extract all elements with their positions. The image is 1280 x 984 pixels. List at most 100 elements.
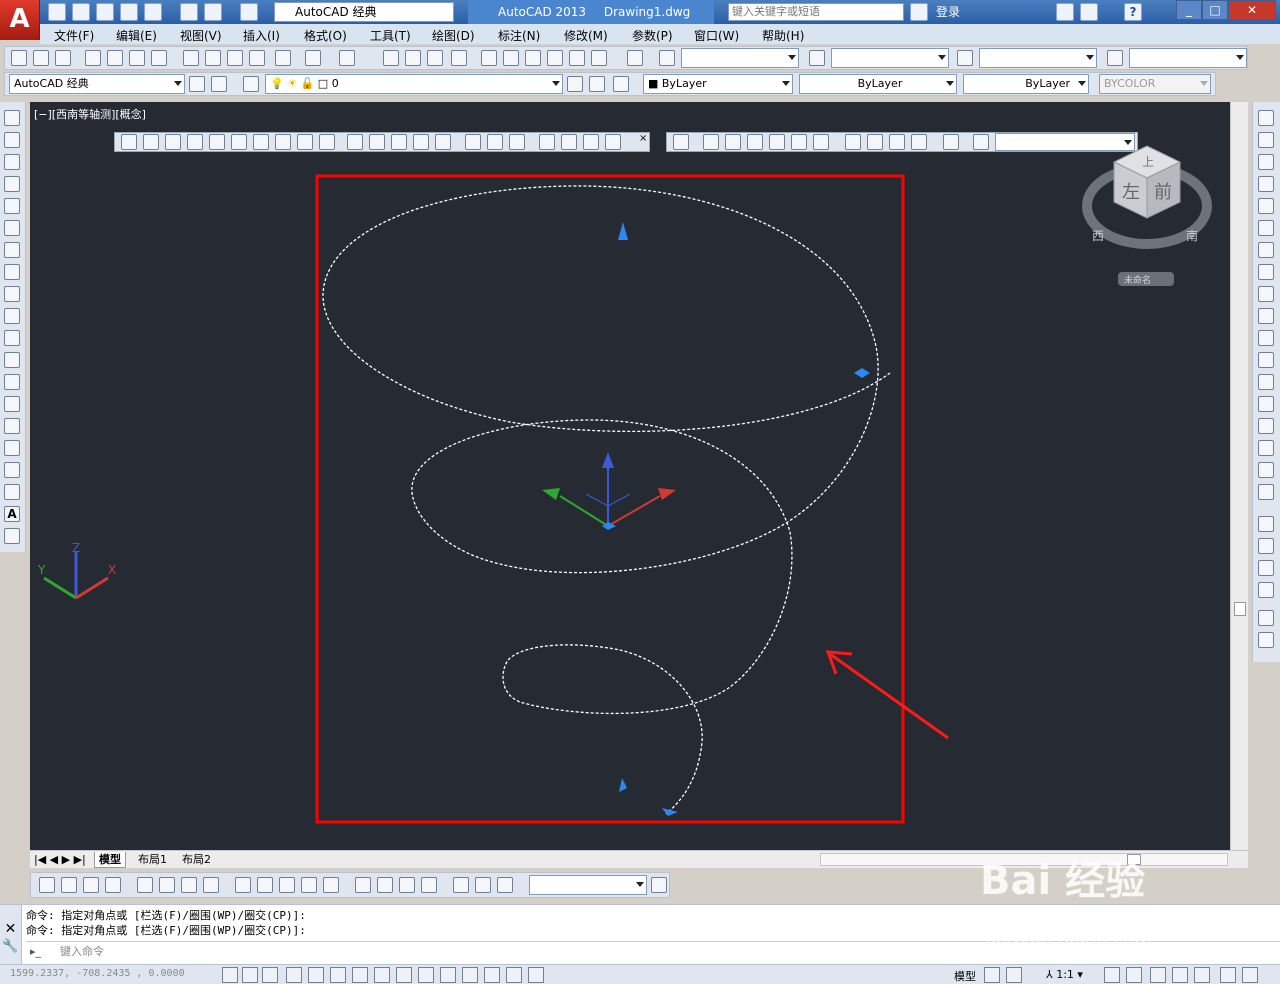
zoom-window-icon[interactable] [427,50,443,66]
open-icon[interactable] [33,50,49,66]
table-style-icon[interactable] [957,50,973,66]
dim-aligned-icon[interactable] [61,877,77,893]
quick-view-drawings-icon[interactable] [1006,967,1022,983]
dim-baseline-icon[interactable] [257,877,273,893]
grip-top-radius[interactable] [854,368,870,378]
hardware-accel-icon[interactable] [1194,967,1210,983]
tab-model[interactable]: 模型 [94,852,126,868]
command-window-handle[interactable]: ✕ 🔧 [0,905,22,965]
print-icon[interactable] [85,50,101,66]
annotation-scale[interactable]: ⅄ 1:1 ▾ [1046,968,1083,981]
block-editor-icon[interactable] [275,50,291,66]
zoom-realtime-icon[interactable] [405,50,421,66]
new-icon[interactable] [11,50,27,66]
lineweight-toggle-icon[interactable] [440,967,456,983]
hatch-icon[interactable] [4,418,20,434]
undo-icon[interactable] [305,50,321,66]
gizmo-y-axis[interactable] [559,495,609,527]
text-front-icon[interactable] [1258,610,1274,626]
add-selected-icon[interactable] [4,528,20,544]
polar-icon[interactable] [308,967,324,983]
copy-icon[interactable] [205,50,221,66]
layer-states-icon[interactable] [613,76,629,92]
revcloud-icon[interactable] [4,264,20,280]
menu-draw[interactable]: 绘图(D) [432,27,475,44]
menu-format[interactable]: 格式(O) [304,27,347,44]
coordinate-readout[interactable]: 1599.2337, -708.2435 , 0.0000 [10,968,185,979]
paste-icon[interactable] [227,50,243,66]
scale-icon[interactable] [1258,264,1274,280]
grip-end-point[interactable] [662,808,678,816]
plot-preview-icon[interactable] [144,3,162,21]
print-icon[interactable] [180,3,198,21]
tab-layout1[interactable]: 布局1 [134,852,171,868]
gizmo-z-arrow[interactable] [602,452,614,468]
make-block-icon[interactable] [4,374,20,390]
close-button[interactable]: ✕ [1228,0,1276,20]
insert-block-icon[interactable] [4,352,20,368]
text-style-select[interactable] [681,48,799,68]
workspace-select[interactable]: AutoCAD 经典 [274,2,454,22]
ellipse-arc-icon[interactable] [4,330,20,346]
osnap-icon[interactable] [330,967,346,983]
quick-dim-icon[interactable] [235,877,251,893]
search-input[interactable]: 键入关键字或短语 [728,3,904,21]
annotation-visibility-icon[interactable] [1104,967,1120,983]
redo-icon[interactable] [240,3,258,21]
gizmo-x-axis[interactable] [607,495,661,527]
cut-icon[interactable] [183,50,199,66]
publish-icon[interactable] [129,50,145,66]
open-icon[interactable] [72,3,90,21]
annotation-monitor-icon[interactable] [528,967,544,983]
join-icon[interactable] [1258,396,1274,412]
pan-icon[interactable] [383,50,399,66]
extend-icon[interactable] [1258,330,1274,346]
ducs-icon[interactable] [396,967,412,983]
dim-edit-icon[interactable] [453,877,469,893]
menu-view[interactable]: 视图(V) [180,27,222,44]
vertical-scrollbar[interactable] [1230,102,1248,850]
gizmo-x-arrow[interactable] [658,488,676,500]
menu-tools[interactable]: 工具(T) [370,27,411,44]
help-icon[interactable] [627,50,643,66]
save-icon[interactable] [55,50,71,66]
markup-icon[interactable] [569,50,585,66]
jogged-linear-icon[interactable] [421,877,437,893]
dim-style-combo[interactable] [529,875,647,895]
new-icon[interactable] [48,3,66,21]
draworder-under-icon[interactable] [1258,582,1274,598]
dyn-icon[interactable] [418,967,434,983]
menu-modify[interactable]: 修改(M) [564,27,608,44]
stretch-icon[interactable] [1258,286,1274,302]
fillet-icon[interactable] [1258,440,1274,456]
quickcalc-icon[interactable] [591,50,607,66]
dim-break-icon[interactable] [323,877,339,893]
menu-edit[interactable]: 编辑(E) [116,27,157,44]
snap-icon[interactable] [242,967,258,983]
point-icon[interactable] [4,396,20,412]
match-props-icon[interactable] [249,50,265,66]
dim-linear-icon[interactable] [39,877,55,893]
table-style-select[interactable] [979,48,1097,68]
selection-cycling-icon[interactable] [506,967,522,983]
saveas-icon[interactable] [120,3,138,21]
properties-icon[interactable] [481,50,497,66]
circle-icon[interactable] [4,242,20,258]
chamfer-icon[interactable] [1258,418,1274,434]
tolerance-icon[interactable] [355,877,371,893]
menu-window[interactable]: 窗口(W) [694,27,739,44]
otrack-icon[interactable] [374,967,390,983]
grid-icon[interactable] [262,967,278,983]
menu-parametric[interactable]: 参数(P) [632,27,673,44]
zoom-previous-icon[interactable] [451,50,467,66]
menu-dimension[interactable]: 标注(N) [498,27,540,44]
grip-bottom-height[interactable] [619,778,627,792]
preview-icon[interactable] [107,50,123,66]
exchange-icon[interactable] [1056,3,1074,21]
save-icon[interactable] [96,3,114,21]
text-style-icon[interactable] [659,50,675,66]
ortho-icon[interactable] [286,967,302,983]
menu-file[interactable]: 文件(F) [54,27,94,44]
copy-object-icon[interactable] [1258,132,1274,148]
3d-osnap-icon[interactable] [352,967,368,983]
